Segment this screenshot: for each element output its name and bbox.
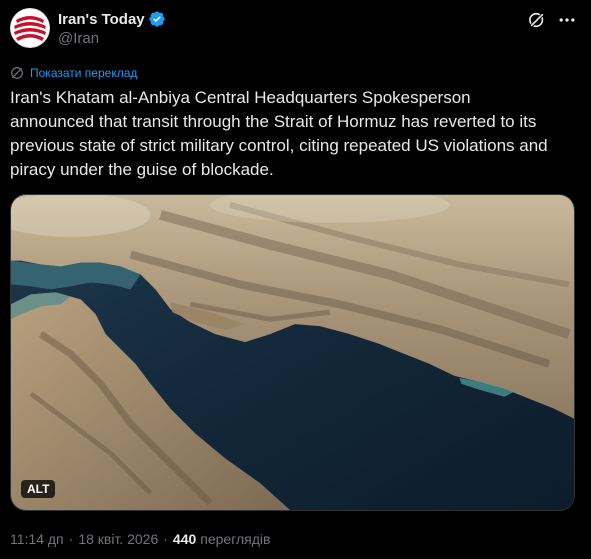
tweet-time[interactable]: 11:14 дп	[10, 531, 64, 547]
satellite-image	[11, 195, 574, 510]
author-handle[interactable]: @Iran	[58, 30, 99, 47]
show-translation-link[interactable]: Показати переклад	[10, 66, 137, 80]
more-options-icon	[559, 18, 575, 22]
tweet-date[interactable]: 18 квіт. 2026	[78, 531, 158, 547]
views-label: переглядів	[200, 531, 271, 547]
alt-text-badge[interactable]: ALT	[21, 480, 56, 498]
tweet-metadata: 11:14 дп · 18 квіт. 2026 · 440 перегляді…	[10, 531, 270, 547]
avatar[interactable]	[10, 8, 50, 48]
author-display-name[interactable]: Iran's Today	[58, 11, 145, 28]
author-name-row: Iran's Today	[58, 10, 166, 28]
tweet-media-image[interactable]: ALT	[10, 194, 575, 511]
grok-icon[interactable]	[527, 10, 547, 30]
views-count: 440	[172, 531, 197, 547]
more-options-button[interactable]	[555, 8, 579, 32]
separator-dot: ·	[68, 531, 74, 547]
show-translation-label: Показати переклад	[30, 66, 138, 80]
verified-badge-icon	[148, 11, 165, 27]
tweet-text: Iran's Khatam al-Anbiya Central Headquar…	[10, 88, 548, 179]
separator-dot: ·	[163, 531, 168, 547]
tweet-header: Iran's Today @Iran	[10, 6, 581, 48]
translate-icon	[11, 67, 23, 79]
